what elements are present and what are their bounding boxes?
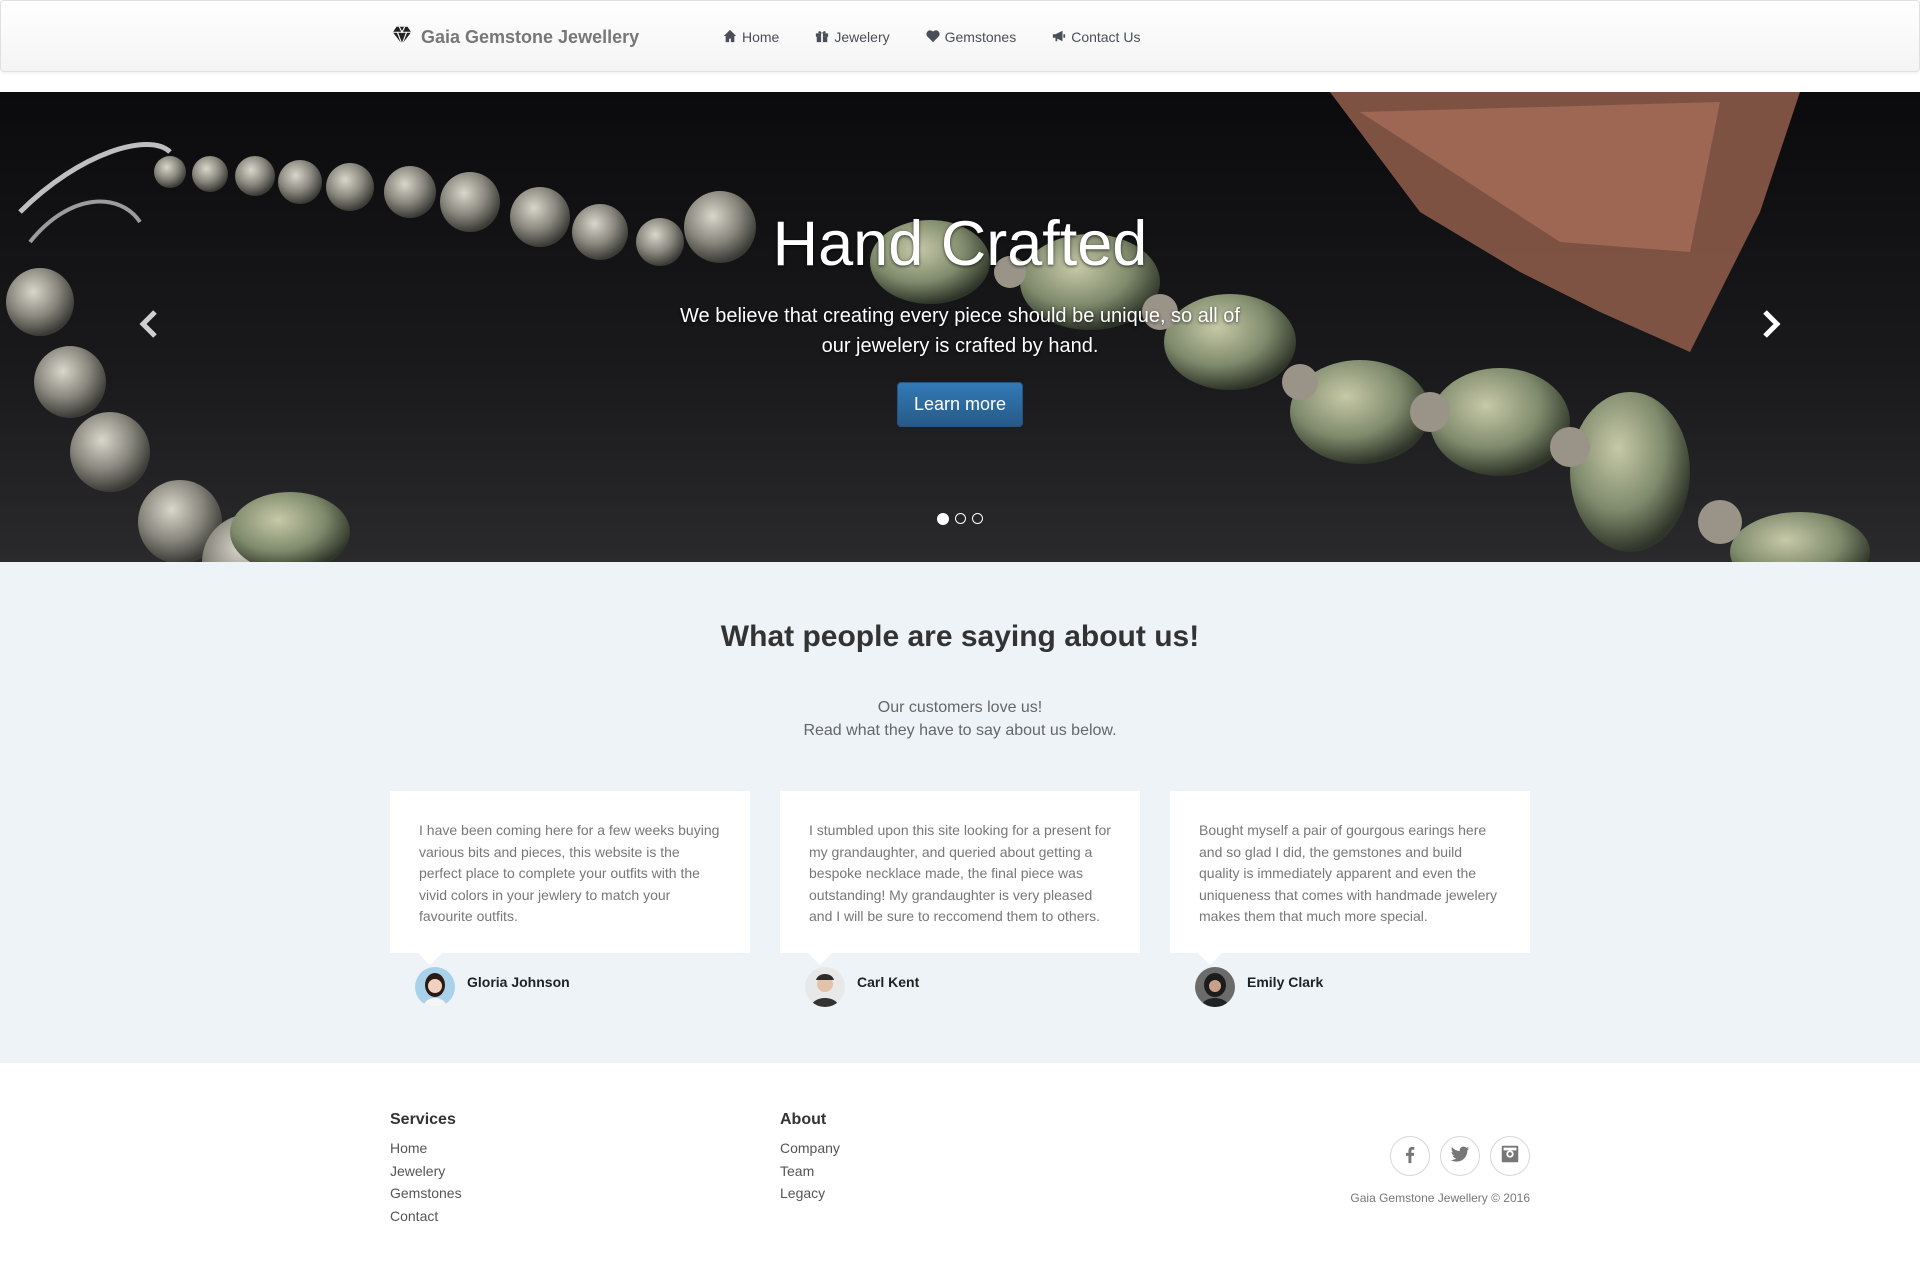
nav-item-label: Home	[742, 29, 780, 45]
social-links	[1390, 1136, 1530, 1176]
twitter-icon	[1449, 1143, 1471, 1170]
nav-item-jewelery[interactable]: Jewelery	[815, 25, 890, 49]
navbar: Gaia Gemstone Jewellery Home Jewelery Ge…	[0, 0, 1920, 72]
footer-services-title: Services	[390, 1111, 456, 1128]
main-nav: Home Jewelery Gemstones Contact Us	[723, 25, 1140, 49]
nav-item-gemstones[interactable]: Gemstones	[926, 25, 1017, 49]
instagram-button[interactable]	[1490, 1136, 1530, 1176]
testimonial-author: Gloria Johnson	[390, 966, 750, 1007]
carousel-next-button[interactable]	[1752, 306, 1792, 346]
section-subtitle: Our customers love us! Read what they ha…	[0, 696, 1920, 742]
instagram-icon	[1499, 1143, 1521, 1170]
footer-link-home[interactable]: Home	[390, 1137, 462, 1160]
avatar	[805, 966, 845, 1007]
footer-link-legacy[interactable]: Legacy	[780, 1182, 840, 1205]
brand[interactable]: Gaia Gemstone Jewellery	[391, 24, 639, 50]
chevron-left-icon	[135, 309, 161, 344]
learn-more-button[interactable]: Learn more	[896, 382, 1024, 428]
subtitle-line-1: Our customers love us!	[877, 699, 1043, 716]
carousel-indicator-2[interactable]	[955, 513, 966, 524]
testimonial-text: I stumbled upon this site looking for a …	[780, 791, 1140, 964]
carousel-prev-button[interactable]	[128, 306, 168, 346]
brand-name: Gaia Gemstone Jewellery	[421, 26, 640, 47]
author-name: Gloria Johnson	[467, 973, 570, 990]
avatar	[1195, 966, 1235, 1007]
testimonial-card: I stumbled upon this site looking for a …	[780, 791, 1140, 1007]
subtitle-line-2: Read what they have to say about us belo…	[803, 722, 1117, 739]
carousel-indicator-1[interactable]	[937, 513, 949, 525]
footer-link-contact[interactable]: Contact	[390, 1205, 462, 1228]
nav-item-label: Jewelery	[834, 29, 890, 45]
testimonial-text: Bought myself a pair of gourgous earings…	[1170, 791, 1530, 964]
hero-caption: Hand Crafted We believe that creating ev…	[660, 209, 1260, 428]
nav-item-label: Contact Us	[1071, 29, 1141, 45]
author-name: Emily Clark	[1247, 973, 1324, 990]
bullhorn-icon	[1052, 29, 1066, 46]
avatar	[415, 966, 455, 1007]
footer-link-gemstones[interactable]: Gemstones	[390, 1182, 462, 1205]
testimonials-section: What people are saying about us! Our cus…	[0, 562, 1920, 1063]
footer-link-company[interactable]: Company	[780, 1137, 840, 1160]
footer: Services Home Jewelery Gemstones Contact…	[0, 1063, 1920, 1282]
chevron-right-icon	[1759, 309, 1785, 344]
carousel-indicator-3[interactable]	[972, 513, 983, 524]
nav-item-contact[interactable]: Contact Us	[1052, 25, 1140, 49]
facebook-button[interactable]	[1390, 1136, 1430, 1176]
author-name: Carl Kent	[857, 973, 920, 990]
testimonial-author: Emily Clark	[1170, 966, 1530, 1007]
section-title: What people are saying about us!	[720, 620, 1200, 653]
home-icon	[723, 29, 737, 46]
hero-title: Hand Crafted	[772, 209, 1148, 279]
testimonial-card: I have been coming here for a few weeks …	[390, 791, 750, 1007]
carousel-indicators	[937, 513, 983, 525]
copyright: Gaia Gemstone Jewellery © 2016	[1350, 1191, 1530, 1205]
testimonial-author: Carl Kent	[780, 966, 1140, 1007]
footer-services: Services Home Jewelery Gemstones Contact	[390, 1111, 462, 1227]
facebook-icon	[1399, 1143, 1421, 1170]
testimonial-text: I have been coming here for a few weeks …	[390, 791, 750, 964]
footer-about-title: About	[780, 1111, 827, 1128]
twitter-button[interactable]	[1440, 1136, 1480, 1176]
diamond-icon	[391, 24, 413, 51]
footer-about: About Company Team Legacy	[780, 1111, 840, 1205]
footer-link-jewelery[interactable]: Jewelery	[390, 1160, 462, 1183]
footer-link-team[interactable]: Team	[780, 1160, 840, 1183]
heart-icon	[926, 29, 940, 46]
nav-item-label: Gemstones	[944, 29, 1017, 45]
testimonial-card: Bought myself a pair of gourgous earings…	[1170, 791, 1530, 1007]
hero-text: We believe that creating every piece sho…	[680, 305, 1240, 358]
gift-icon	[815, 29, 829, 46]
hero-carousel: Hand Crafted We believe that creating ev…	[0, 92, 1920, 562]
nav-item-home[interactable]: Home	[723, 25, 779, 49]
